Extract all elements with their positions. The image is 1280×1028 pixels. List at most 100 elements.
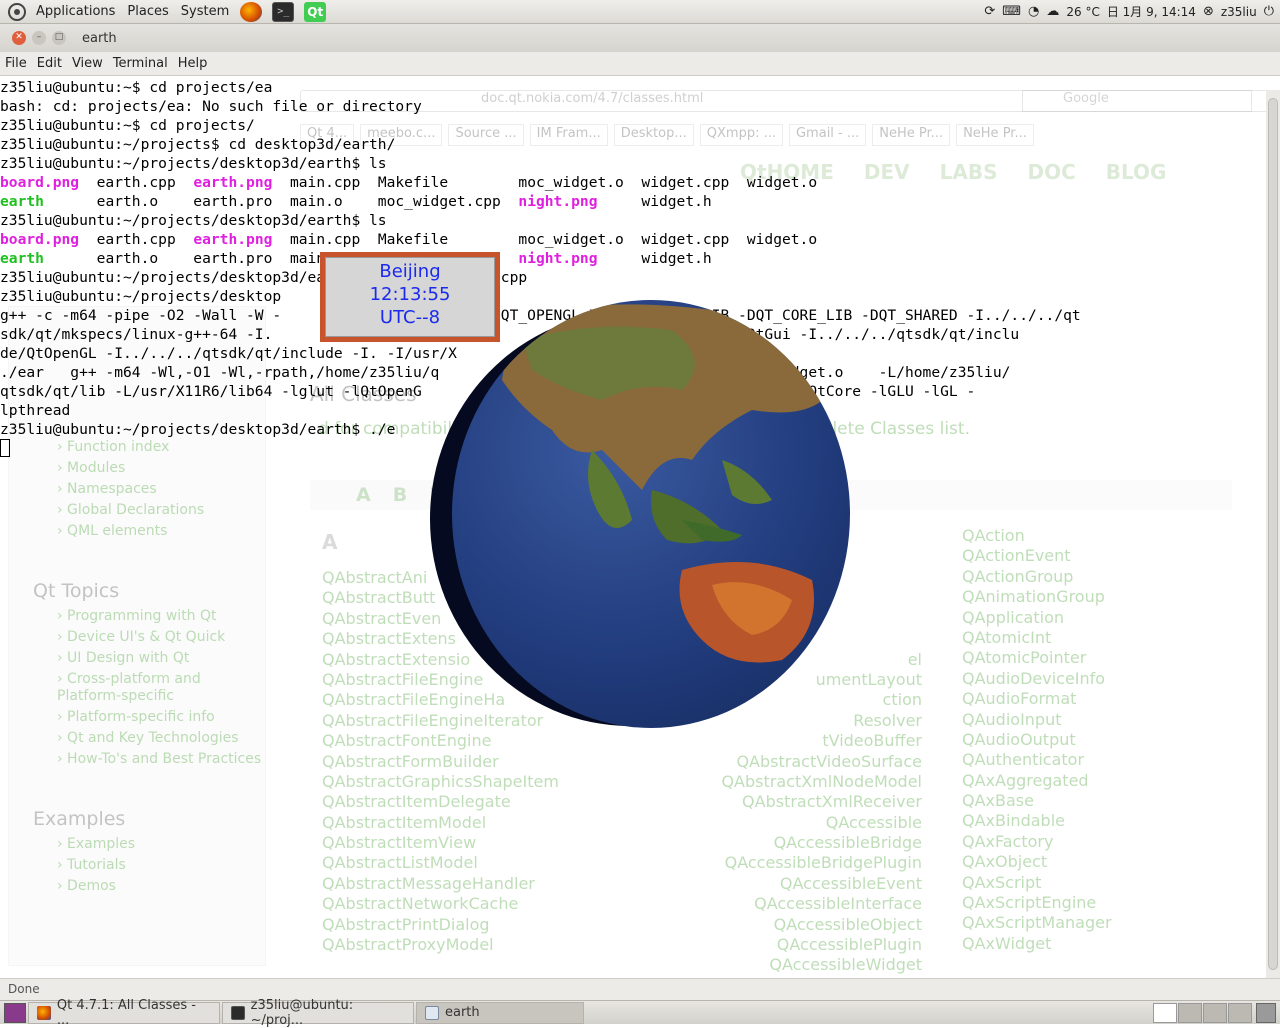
class-link[interactable]: QAccessibleObject bbox=[642, 915, 922, 935]
class-link[interactable]: QAccessible bbox=[642, 813, 922, 833]
class-link[interactable]: QAbstractPrintDialog bbox=[322, 915, 602, 935]
sidebar-link[interactable]: › Device UI's & Qt Quick bbox=[57, 629, 265, 646]
menu-file[interactable]: File bbox=[0, 56, 32, 71]
class-link[interactable]: QAbstractVideoSurface bbox=[642, 752, 922, 772]
sidebar-link[interactable]: › QML elements bbox=[57, 523, 265, 540]
workspace-2[interactable] bbox=[1178, 1002, 1202, 1023]
sidebar-link[interactable]: › Modules bbox=[57, 460, 265, 477]
class-link[interactable]: QAxWidget bbox=[962, 934, 1242, 954]
system-menu[interactable]: System bbox=[175, 4, 235, 19]
class-link[interactable]: QAccessiblePlugin bbox=[642, 935, 922, 955]
vertical-scrollbar[interactable] bbox=[1266, 90, 1280, 978]
class-link[interactable]: QAtomicPointer bbox=[962, 648, 1242, 668]
sidebar-link[interactable]: › Platform-specific info bbox=[57, 709, 265, 726]
class-link[interactable]: QAxFactory bbox=[962, 832, 1242, 852]
weather-icon[interactable]: ☁ bbox=[1046, 4, 1059, 19]
class-link[interactable]: QActionEvent bbox=[962, 546, 1242, 566]
menu-terminal[interactable]: Terminal bbox=[108, 56, 173, 71]
applications-menu[interactable]: Applications bbox=[30, 4, 121, 19]
scrollbar-thumb[interactable] bbox=[1268, 98, 1278, 970]
sidebar-link[interactable]: › How-To's and Best Practices bbox=[57, 751, 265, 768]
sidebar-link[interactable]: › Demos bbox=[57, 878, 265, 895]
class-link[interactable]: QAtomicInt bbox=[962, 628, 1242, 648]
class-link[interactable]: QAnimationGroup bbox=[962, 587, 1242, 607]
class-link[interactable]: QAudioDeviceInfo bbox=[962, 669, 1242, 689]
sidebar-link[interactable]: › Qt and Key Technologies bbox=[57, 730, 265, 747]
network-manager-icon[interactable]: ⟳ bbox=[984, 4, 995, 19]
class-link[interactable]: QAbstractFontEngine bbox=[322, 731, 602, 751]
sidebar-link[interactable]: › UI Design with Qt bbox=[57, 650, 265, 667]
window-titlebar[interactable]: ✕ – □ earth bbox=[0, 24, 1280, 52]
class-link[interactable]: QAccessibleInterface bbox=[642, 894, 922, 914]
weather-temp[interactable]: 26 °C bbox=[1066, 5, 1099, 19]
class-link[interactable]: QAxAggregated bbox=[962, 771, 1242, 791]
class-link[interactable]: QAxBindable bbox=[962, 811, 1242, 831]
sidebar-link[interactable]: › Programming with Qt bbox=[57, 608, 265, 625]
class-link[interactable]: QAbstractMessageHandler bbox=[322, 874, 602, 894]
class-link[interactable]: QAbstractListModel bbox=[322, 853, 602, 873]
class-link[interactable]: QAbstractXmlNodeModel bbox=[642, 772, 922, 792]
topics-title: Qt Topics bbox=[33, 580, 120, 602]
workspace-4[interactable] bbox=[1228, 1002, 1252, 1023]
wifi-icon[interactable]: ◔ bbox=[1028, 4, 1039, 19]
show-desktop-icon[interactable] bbox=[4, 1002, 26, 1023]
class-link[interactable]: QActionGroup bbox=[962, 567, 1242, 587]
clock-widget[interactable]: Beijing 12:13:55 UTC--8 bbox=[320, 252, 500, 342]
earth-globe[interactable] bbox=[430, 300, 850, 728]
class-link[interactable]: QAbstractItemDelegate bbox=[322, 792, 602, 812]
class-link[interactable]: QAxScriptEngine bbox=[962, 893, 1242, 913]
class-link[interactable]: QAccessibleBridge bbox=[642, 833, 922, 853]
class-link[interactable]: QAxScriptManager bbox=[962, 913, 1242, 933]
workspace-3[interactable] bbox=[1203, 1002, 1227, 1023]
power-icon[interactable]: ⏻ bbox=[1264, 4, 1274, 19]
class-link[interactable]: QAbstractXmlReceiver bbox=[642, 792, 922, 812]
class-link[interactable]: QApplication bbox=[962, 608, 1242, 628]
places-menu[interactable]: Places bbox=[121, 4, 174, 19]
class-link[interactable]: QAbstractProxyModel bbox=[322, 935, 602, 955]
ubuntu-logo-icon[interactable] bbox=[8, 2, 26, 21]
class-link[interactable]: QAudioInput bbox=[962, 710, 1242, 730]
minimize-icon[interactable]: – bbox=[32, 31, 46, 45]
menu-view[interactable]: View bbox=[67, 56, 108, 71]
taskbar-item-earth[interactable]: earth bbox=[416, 1001, 584, 1024]
class-link[interactable]: QAbstractNetworkCache bbox=[322, 894, 602, 914]
panel-clock[interactable]: 日 1月 9, 14:14 bbox=[1107, 3, 1196, 20]
sidebar-link[interactable]: › Examples bbox=[57, 836, 265, 853]
qt-launcher-icon[interactable]: Qt bbox=[304, 1, 327, 22]
class-link[interactable]: QAbstractItemModel bbox=[322, 813, 602, 833]
class-link[interactable]: QAxObject bbox=[962, 852, 1242, 872]
taskbar-item-browser[interactable]: Qt 4.7.1: All Classes - ... bbox=[28, 998, 220, 1028]
panel-user[interactable]: z35liu bbox=[1221, 5, 1257, 19]
alphabet-link[interactable]: A bbox=[356, 484, 371, 506]
maximize-icon[interactable]: □ bbox=[52, 31, 66, 45]
taskbar-item-terminal[interactable]: z35liu@ubuntu: ~/proj... bbox=[222, 998, 414, 1028]
menu-help[interactable]: Help bbox=[173, 56, 213, 71]
class-link[interactable]: QAuthenticator bbox=[962, 750, 1242, 770]
terminal-launcher-icon[interactable]: >_ bbox=[272, 1, 295, 22]
trash-icon[interactable] bbox=[1256, 1002, 1276, 1023]
firefox-launcher-icon[interactable] bbox=[240, 1, 263, 22]
class-link[interactable]: tVideoBuffer bbox=[642, 731, 922, 751]
class-link[interactable]: QAccessibleBridgePlugin bbox=[642, 853, 922, 873]
class-link[interactable]: QAbstractGraphicsShapeItem bbox=[322, 772, 602, 792]
class-link[interactable]: QAxBase bbox=[962, 791, 1242, 811]
class-link[interactable]: QAbstractFormBuilder bbox=[322, 752, 602, 772]
sidebar-link[interactable]: › Global Declarations bbox=[57, 502, 265, 519]
close-icon[interactable]: ✕ bbox=[12, 31, 26, 45]
workspace-1[interactable] bbox=[1153, 1002, 1177, 1023]
class-link[interactable]: QAxScript bbox=[962, 873, 1242, 893]
keyboard-icon[interactable]: ⌨ bbox=[1002, 4, 1021, 19]
class-link[interactable]: QAbstractItemView bbox=[322, 833, 602, 853]
class-link[interactable]: QAudioOutput bbox=[962, 730, 1242, 750]
user-status-icon[interactable]: ⊗ bbox=[1203, 4, 1214, 19]
alphabet-link[interactable]: B bbox=[393, 484, 407, 506]
sidebar-link[interactable]: › Cross-platform and Platform-specific bbox=[57, 671, 265, 705]
sidebar-link[interactable]: › Tutorials bbox=[57, 857, 265, 874]
menu-edit[interactable]: Edit bbox=[32, 56, 67, 71]
class-link[interactable]: QAction bbox=[962, 526, 1242, 546]
sidebar-link[interactable]: › Namespaces bbox=[57, 481, 265, 498]
class-link[interactable]: QAccessibleEvent bbox=[642, 874, 922, 894]
workspace-switcher[interactable] bbox=[1153, 1002, 1256, 1023]
class-link[interactable]: QAccessibleWidget bbox=[642, 955, 922, 975]
class-link[interactable]: QAudioFormat bbox=[962, 689, 1242, 709]
